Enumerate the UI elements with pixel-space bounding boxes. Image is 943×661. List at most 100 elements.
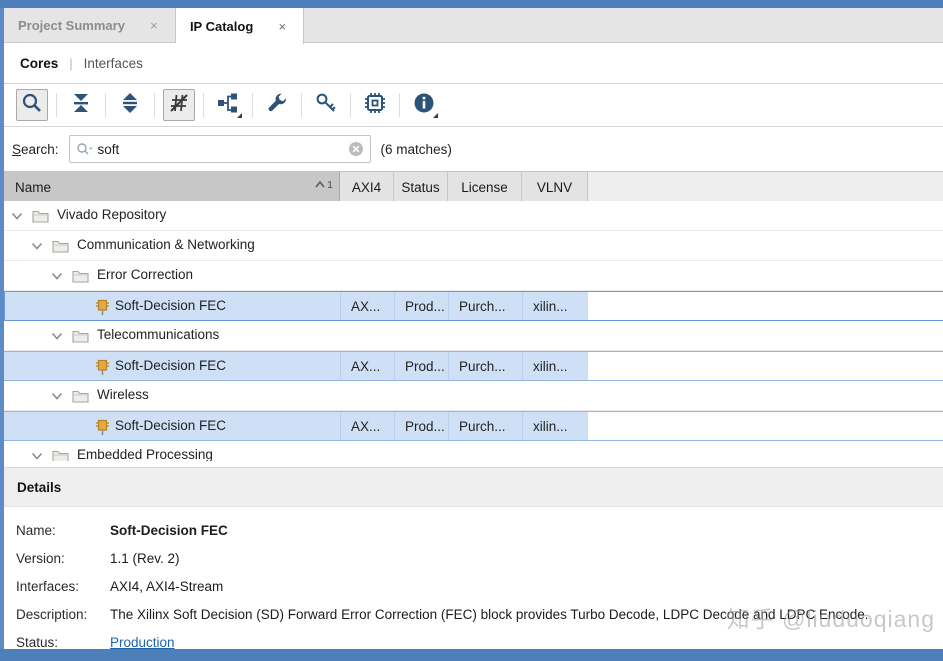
folder-icon [52,450,69,461]
details-field-value: 1.1 (Rev. 2) [110,551,180,566]
watermark-text: 知乎 @liuduoqiang [726,606,935,632]
tree-item-label: Error Correction [97,267,194,282]
search-button[interactable] [16,89,48,121]
cell-status: Prod... [394,352,448,380]
tree-row-ip-core[interactable]: Soft-Decision FEC AX... Prod... Purch... xil… [4,411,943,441]
subtab-cores[interactable]: Cores [16,56,62,71]
chevron-down-icon[interactable] [30,239,44,258]
toolbar-separator [56,93,57,117]
ip-settings-chip-button[interactable] [359,89,391,121]
details-field: Status: Production [4,635,943,649]
chevron-down-icon[interactable] [50,269,64,288]
column-header-name[interactable]: Name 1 [4,172,340,202]
cell-vlnv: xilin... [522,352,588,380]
subtab-separator: | [69,55,73,71]
tree-item-label: Soft-Decision FEC [115,298,227,313]
subtab-interfaces[interactable]: Interfaces [80,56,147,71]
column-header-vlnv[interactable]: VLNV [522,172,588,202]
cell-axi4: AX... [340,292,394,320]
search-field-magnifier-icon[interactable] [76,142,94,156]
column-header-label: VLNV [536,179,573,195]
toolbar-separator [154,93,155,117]
details-field-value-link[interactable]: Production [110,635,175,649]
dropdown-caret-icon[interactable] [433,113,438,118]
filter-unsupported-icon [167,91,191,120]
settings-wrench-icon [265,91,289,120]
tab-ip-catalog[interactable]: IP Catalog × [175,8,305,44]
expand-all-icon [118,91,142,120]
cell-axi4: AX... [340,412,394,440]
tree-row-category[interactable]: Telecommunications [4,321,943,351]
folder-icon [72,270,89,288]
tree-item-label: Telecommunications [97,327,220,342]
collapse-all-icon [69,91,93,120]
tree-row-category[interactable]: Vivado Repository [4,201,943,231]
info-button[interactable] [408,89,440,121]
toolbar-separator [399,93,400,117]
toolbar-separator [350,93,351,117]
details-field: Name: Soft-Decision FEC [4,523,943,539]
details-field-label: Interfaces: [16,579,80,594]
filter-unsupported-button[interactable] [163,89,195,121]
cell-status: Prod... [394,412,448,440]
tab-close-icon[interactable]: × [275,19,289,34]
search-clear-icon[interactable] [348,141,364,157]
tree-item-label: Soft-Decision FEC [115,358,227,373]
ip-core-icon [95,299,110,321]
search-input[interactable] [93,141,342,157]
cores-interfaces-bar: Cores | Interfaces [4,43,943,84]
column-header-label: AXI4 [351,179,382,195]
tree-item-label: Communication & Networking [77,237,255,252]
window-border-left [0,8,4,661]
settings-wrench-button[interactable] [261,89,293,121]
tree-row-ip-core[interactable]: Soft-Decision FEC AX... Prod... Purch... xil… [4,291,943,321]
tree-row-category[interactable]: Wireless [4,381,943,411]
window-border-top [0,0,943,8]
ip-core-icon [95,359,110,381]
folder-icon [52,240,69,258]
ip-core-icon [95,419,110,441]
cell-license: Purch... [448,292,522,320]
collapse-all-button[interactable] [65,89,97,121]
details-field: Interfaces: AXI4, AXI4-Stream [4,579,943,595]
chevron-down-icon[interactable] [10,209,24,228]
tree-row-ip-core[interactable]: Soft-Decision FEC AX... Prod... Purch... xil… [4,351,943,381]
tab-project-summary[interactable]: Project Summary × [4,8,176,43]
tree-row-category[interactable]: Error Correction [4,261,943,291]
expand-all-button[interactable] [114,89,146,121]
license-key-button[interactable] [310,89,342,121]
details-field: Version: 1.1 (Rev. 2) [4,551,943,567]
column-header-status[interactable]: Status [394,172,448,202]
sort-order-number: 1 [327,179,333,191]
chevron-down-icon[interactable] [50,329,64,348]
chevron-down-icon[interactable] [30,449,44,461]
tree-item-label: Soft-Decision FEC [115,418,227,433]
tree-row-category[interactable]: Embedded Processing [4,441,943,461]
chevron-down-icon[interactable] [50,389,64,408]
search-box[interactable] [68,135,371,163]
tree-item-label: Wireless [97,387,149,402]
dropdown-caret-icon[interactable] [237,113,242,118]
tab-close-icon[interactable]: × [147,18,161,33]
tab-bar: Project Summary × IP Catalog × [4,8,943,44]
group-hierarchy-button[interactable] [212,89,244,121]
cell-license: Purch... [448,412,522,440]
search-match-count: (6 matches) [380,141,452,157]
column-header-axi4[interactable]: AXI4 [340,172,394,202]
toolbar [4,84,943,127]
window-border-bottom [0,649,943,661]
details-header: Details [4,467,943,507]
ip-settings-chip-icon [363,91,387,120]
search-label: Search: [12,141,59,157]
cell-status: Prod... [394,292,448,320]
table-header: Name 1 AXI4 Status License VLNV [4,171,943,202]
tree-row-category[interactable]: Communication & Networking [4,231,943,261]
details-field-label: Name: [16,523,56,538]
row-filler [588,352,943,380]
tree-item-label: Vivado Repository [57,207,167,222]
search-row: Search: (6 matches) [4,127,943,171]
column-header-license[interactable]: License [448,172,522,202]
cell-vlnv: xilin... [522,412,588,440]
details-field-label: Status: [16,635,59,649]
tab-label: Project Summary [18,18,125,33]
